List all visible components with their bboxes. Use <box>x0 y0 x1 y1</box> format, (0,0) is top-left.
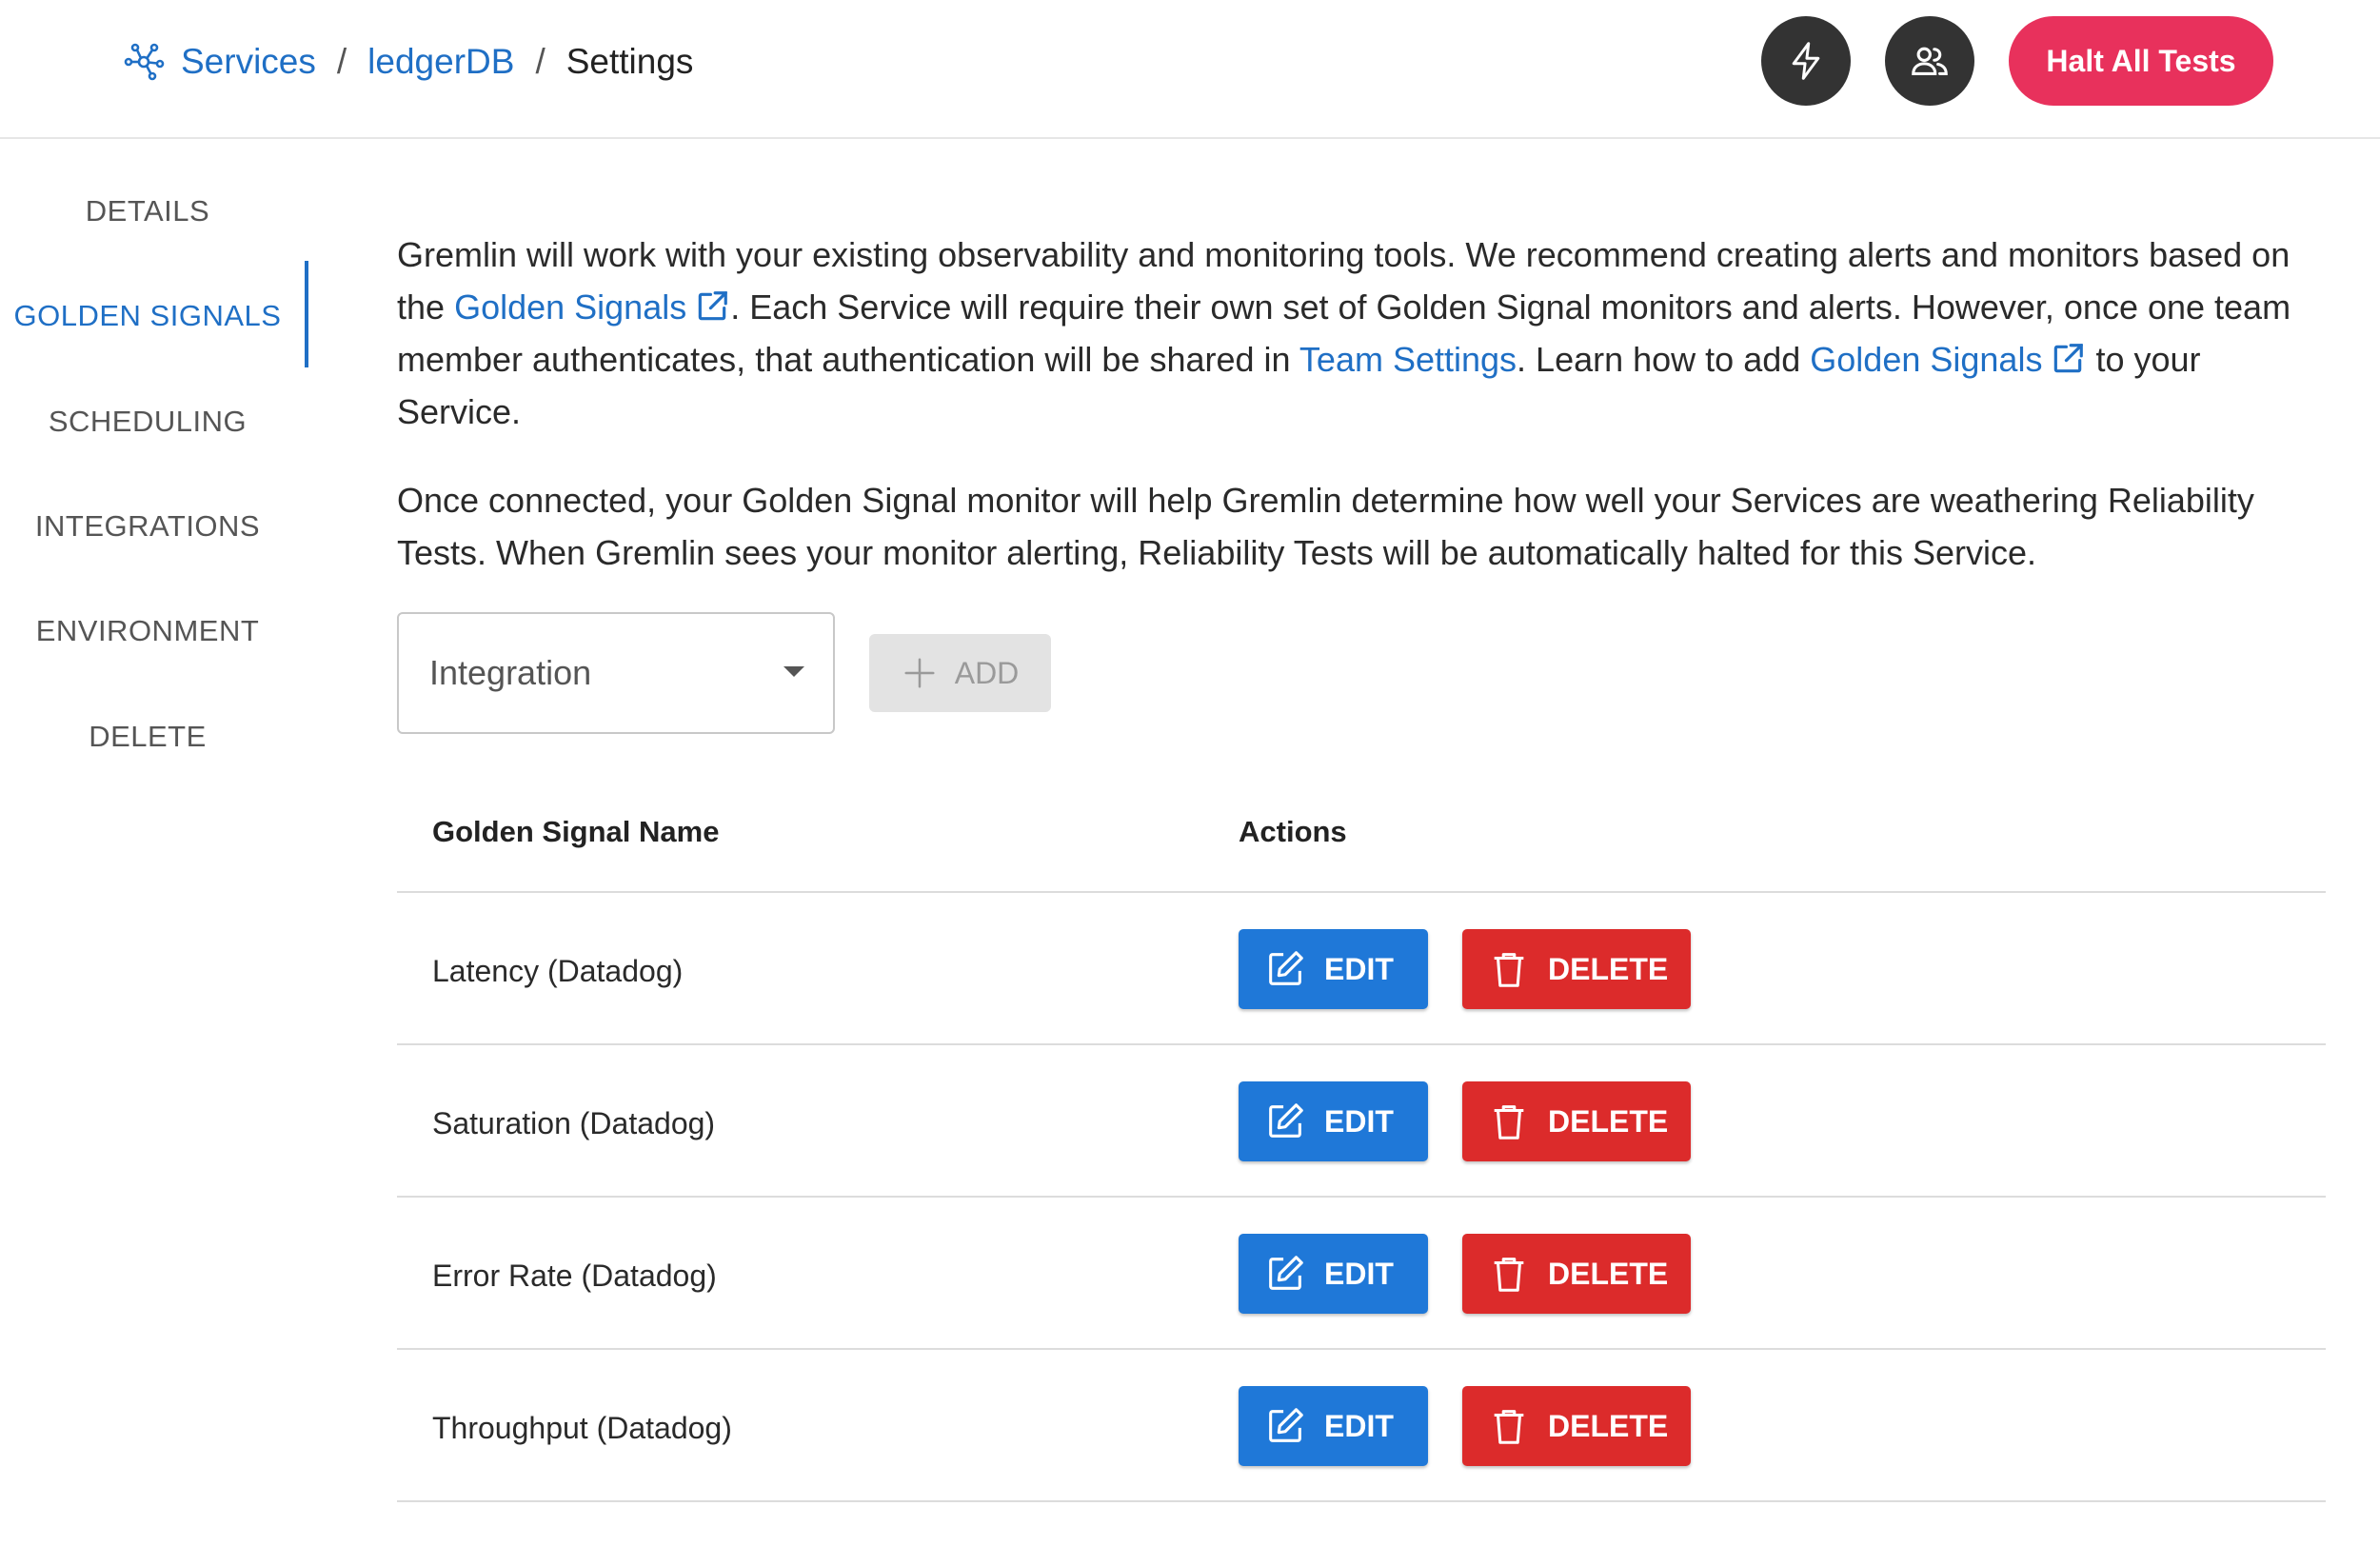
edit-button[interactable]: EDIT <box>1239 1234 1428 1314</box>
intro-paragraph-2: Once connected, your Golden Signal monit… <box>397 481 2254 572</box>
delete-button[interactable]: DELETE <box>1462 1081 1691 1161</box>
table-divider <box>397 1500 2326 1502</box>
delete-button[interactable]: DELETE <box>1462 1234 1691 1314</box>
breadcrumb-service-link[interactable]: ledgerDB <box>367 42 514 82</box>
breadcrumb-separator: / <box>336 42 347 81</box>
plus-icon <box>904 658 935 688</box>
edit-button[interactable]: EDIT <box>1239 1081 1428 1161</box>
table-divider <box>397 891 2326 893</box>
integration-select[interactable]: Integration <box>397 612 835 734</box>
sidebar-item-scheduling[interactable]: SCHEDULING <box>0 405 295 439</box>
team-settings-link[interactable]: Team Settings <box>1299 340 1517 379</box>
table-row-name: Latency (Datadog) <box>432 954 684 988</box>
top-header: Services / ledgerDB / Settings Halt All … <box>0 0 2380 139</box>
lightning-bolt-button[interactable] <box>1761 16 1851 106</box>
table-row-name: Throughput (Datadog) <box>432 1411 732 1445</box>
edit-icon <box>1269 1256 1303 1290</box>
table-divider <box>397 1348 2326 1350</box>
add-button[interactable]: ADD <box>869 634 1051 712</box>
breadcrumb-separator: / <box>535 42 545 81</box>
integration-select-placeholder: Integration <box>429 653 592 692</box>
edit-icon <box>1269 1408 1303 1442</box>
sidebar-item-details[interactable]: DETAILS <box>0 194 295 228</box>
delete-label: DELETE <box>1548 1256 1669 1291</box>
external-link-icon <box>698 291 728 321</box>
halt-all-tests-button[interactable]: Halt All Tests <box>2009 16 2273 106</box>
delete-label: DELETE <box>1548 1103 1669 1139</box>
table-row-name: Error Rate (Datadog) <box>432 1259 717 1293</box>
delete-label: DELETE <box>1548 951 1669 986</box>
edit-icon <box>1269 951 1303 985</box>
golden-signals-link[interactable]: Golden Signals <box>454 287 730 327</box>
edit-label: EDIT <box>1324 1408 1394 1443</box>
breadcrumb-services-link[interactable]: Services <box>181 42 316 82</box>
edit-label: EDIT <box>1324 1256 1394 1291</box>
column-header-name: Golden Signal Name <box>432 815 720 848</box>
breadcrumb: Services / ledgerDB / Settings <box>120 38 693 86</box>
table-divider <box>397 1196 2326 1198</box>
sidebar-item-environment[interactable]: ENVIRONMENT <box>0 614 295 648</box>
trash-icon <box>1494 1105 1524 1140</box>
intro-paragraph: Gremlin will work with your existing obs… <box>397 228 2330 438</box>
delete-button[interactable]: DELETE <box>1462 929 1691 1009</box>
column-header-actions: Actions <box>1239 815 1347 848</box>
team-icon <box>1912 47 1948 75</box>
delete-button[interactable]: DELETE <box>1462 1386 1691 1466</box>
table-row-name: Saturation (Datadog) <box>432 1106 716 1140</box>
edit-button[interactable]: EDIT <box>1239 1386 1428 1466</box>
breadcrumb-current: Settings <box>565 42 694 81</box>
lightning-bolt-icon <box>1792 42 1820 80</box>
edit-button[interactable]: EDIT <box>1239 929 1428 1009</box>
sidebar-item-integrations[interactable]: INTEGRATIONS <box>0 509 295 544</box>
team-button[interactable] <box>1885 16 1974 106</box>
external-link-icon <box>2054 344 2084 373</box>
edit-icon <box>1269 1103 1303 1138</box>
trash-icon <box>1494 1258 1524 1292</box>
sidebar-active-indicator <box>305 261 308 367</box>
sidebar-item-delete[interactable]: DELETE <box>0 720 295 754</box>
delete-label: DELETE <box>1548 1408 1669 1443</box>
sidebar-item-golden-signals[interactable]: GOLDEN SIGNALS <box>0 299 295 333</box>
services-graph-icon <box>120 38 168 86</box>
table-divider <box>397 1043 2326 1045</box>
intro-text: . Learn how to add <box>1517 340 1801 379</box>
chevron-down-icon <box>783 666 804 677</box>
add-button-label: ADD <box>954 655 1020 690</box>
trash-icon <box>1494 1410 1524 1444</box>
golden-signals-guide-link[interactable]: Golden Signals <box>1810 340 2086 379</box>
edit-label: EDIT <box>1324 951 1394 986</box>
edit-label: EDIT <box>1324 1103 1394 1139</box>
trash-icon <box>1494 953 1524 987</box>
